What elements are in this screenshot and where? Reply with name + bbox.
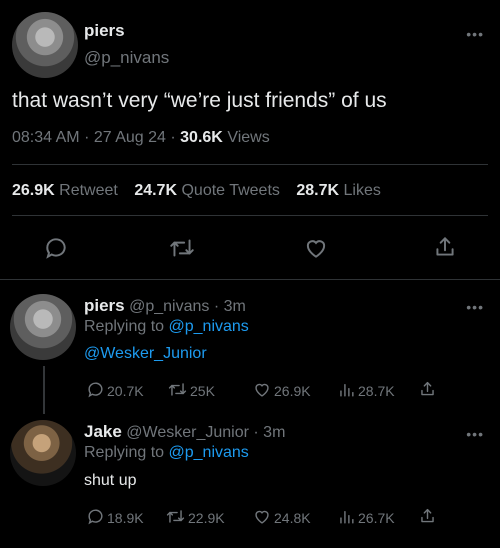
likes-label[interactable]: Likes [344, 182, 381, 199]
replying-to: Replying to @p_nivans [84, 444, 249, 462]
reply-separator: · [213, 298, 220, 315]
tweet-time: 08:34 AM [12, 129, 80, 146]
reply-count: 18.9K [107, 510, 144, 526]
tweet-text: that wasn’t very “we’re just friends” of… [12, 89, 387, 112]
tweet-meta: 08:34 AM · 27 Aug 24 · 30.6K Views [12, 129, 270, 147]
reply-reply-metric[interactable]: 18.9K [86, 507, 144, 529]
views-icon[interactable] [337, 380, 356, 402]
tweet-stats: 26.9K Retweet 24.7K Quote Tweets 28.7K L… [12, 182, 381, 200]
reply-views-metric[interactable]: 26.7K [337, 507, 395, 529]
reply-age: 3m [263, 424, 286, 441]
replying-handle[interactable]: @p_nivans [169, 444, 249, 461]
reply-author-name[interactable]: piers [84, 296, 125, 315]
reply-header: Jake @Wesker_Junior · 3m [84, 422, 285, 442]
reply-author-handle[interactable]: @Wesker_Junior [126, 424, 249, 441]
reply-avatar[interactable] [10, 294, 76, 360]
replying-label: Replying to [84, 318, 165, 335]
reply-age: 3m [223, 298, 246, 315]
reply-like-metric[interactable]: 24.8K [252, 507, 311, 529]
like-icon[interactable] [252, 507, 272, 529]
view-count: 26.7K [358, 510, 395, 526]
reply-author-name[interactable]: Jake [84, 422, 122, 441]
reply-views-metric[interactable]: 28.7K [337, 380, 395, 402]
share-icon[interactable] [432, 234, 458, 260]
thread-connector [43, 366, 45, 414]
retweets-count[interactable]: 26.9K [12, 182, 55, 199]
more-icon[interactable]: ••• [466, 26, 484, 42]
quotes-count[interactable]: 24.7K [134, 182, 177, 199]
view-count: 28.7K [358, 383, 395, 399]
divider [0, 279, 500, 280]
like-icon[interactable] [302, 235, 330, 261]
retweets-label[interactable]: Retweet [59, 182, 118, 199]
retweet-count: 25K [190, 383, 215, 399]
reply-retweet-metric[interactable]: 22.9K [165, 507, 225, 529]
reply-text[interactable]: @Wesker_Junior [84, 345, 207, 363]
reply-icon[interactable] [43, 235, 69, 261]
more-icon[interactable]: ••• [466, 299, 484, 315]
like-icon[interactable] [252, 380, 272, 402]
reply-avatar[interactable] [10, 420, 76, 486]
replying-handle[interactable]: @p_nivans [169, 318, 249, 335]
meta-separator: · [84, 129, 90, 146]
divider [12, 215, 488, 216]
reply-retweet-metric[interactable]: 25K [167, 380, 215, 402]
reply-reply-metric[interactable]: 20.7K [86, 380, 144, 402]
like-count: 24.8K [274, 510, 311, 526]
replying-label: Replying to [84, 444, 165, 461]
divider [12, 164, 488, 165]
share-icon[interactable] [418, 379, 437, 399]
author-avatar[interactable] [12, 12, 78, 78]
reply-text: shut up [84, 472, 137, 489]
reply-icon[interactable] [86, 380, 105, 402]
reply-author-handle[interactable]: @p_nivans [129, 298, 209, 315]
views-count: 30.6K [180, 129, 223, 146]
reply-separator: · [253, 424, 259, 441]
retweet-count: 22.9K [188, 510, 225, 526]
reply-count: 20.7K [107, 383, 144, 399]
retweet-icon[interactable] [165, 507, 186, 529]
author-name[interactable]: piers [84, 21, 125, 41]
retweet-icon[interactable] [167, 380, 188, 402]
share-icon[interactable] [418, 506, 437, 526]
replying-to: Replying to @p_nivans [84, 318, 249, 336]
author-handle[interactable]: @p_nivans [84, 48, 169, 68]
quotes-label[interactable]: Quote Tweets [181, 182, 279, 199]
reply-header: piers @p_nivans · 3m [84, 296, 246, 316]
reply-like-metric[interactable]: 26.9K [252, 380, 311, 402]
meta-separator: · [170, 129, 176, 146]
likes-count[interactable]: 28.7K [296, 182, 339, 199]
views-icon[interactable] [337, 507, 356, 529]
retweet-icon[interactable] [168, 235, 196, 261]
like-count: 26.9K [274, 383, 311, 399]
tweet-date: 27 Aug 24 [93, 129, 166, 146]
more-icon[interactable]: ••• [466, 426, 484, 442]
views-label: Views [227, 129, 270, 146]
reply-icon[interactable] [86, 507, 105, 529]
